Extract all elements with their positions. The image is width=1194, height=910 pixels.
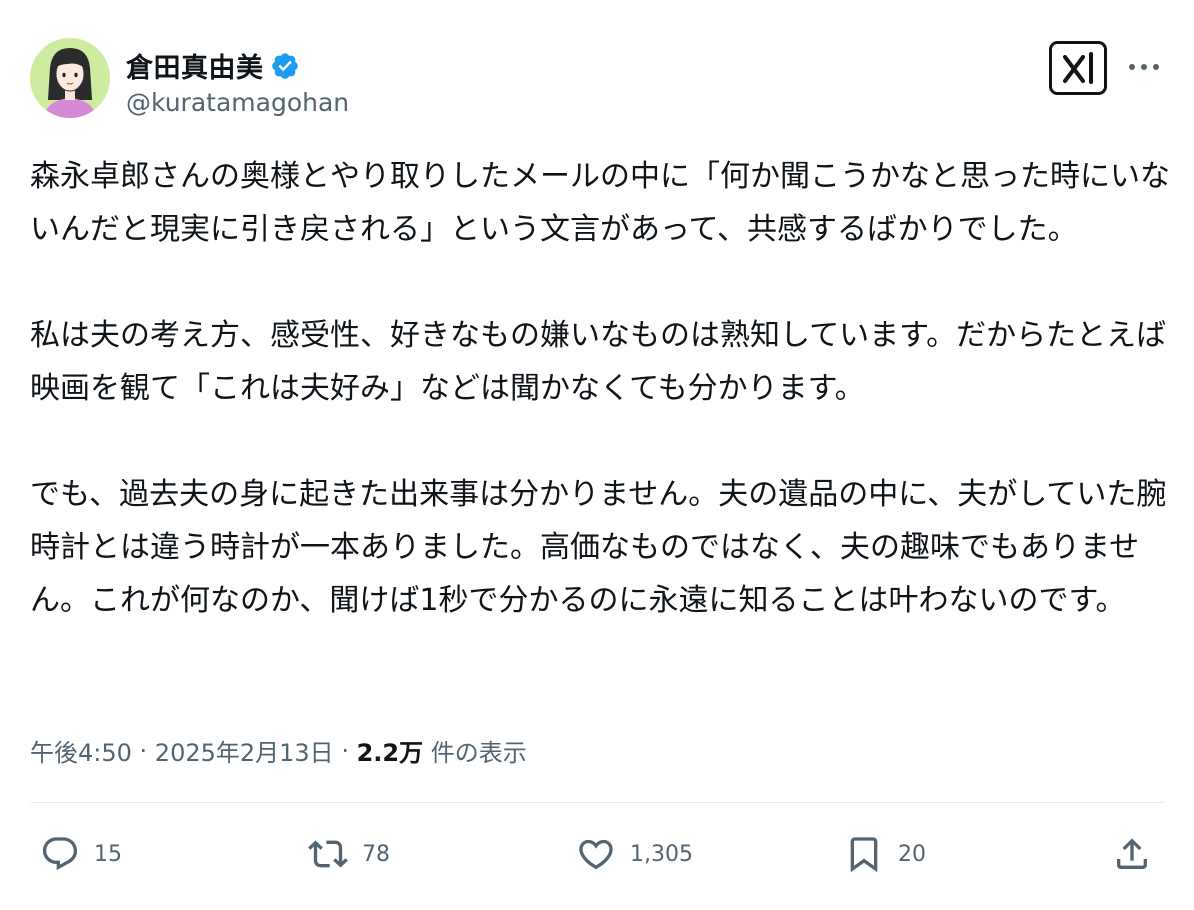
retweet-button[interactable]: 78 [308,826,390,882]
more-options-icon[interactable] [1124,52,1164,82]
action-bar: 15 78 1,305 20 [30,826,1164,882]
author-handle[interactable]: @kuratamagohan [126,88,349,117]
grok-icon[interactable] [1049,41,1107,95]
views-count[interactable]: 2.2万 [357,733,424,768]
tweet-text: 森永卓郎さんの奥様とやり取りしたメールの中に「何か聞こうかなと思った時にいないん… [30,159,1170,618]
author-display-name[interactable]: 倉田真由美 [126,46,264,85]
retweet-icon [308,840,348,868]
reply-icon [42,837,78,871]
reply-count: 15 [94,841,122,867]
tweet-date[interactable]: 2025年2月13日 [155,733,334,768]
bookmark-button[interactable]: 20 [844,826,926,882]
illustrated-woman-avatar-icon [30,38,110,118]
bookmark-icon [850,837,878,873]
meta-separator: · [333,736,357,765]
author-name-row: 倉田真由美 [126,46,300,85]
like-count: 1,305 [630,841,693,867]
tweet-time[interactable]: 午後4:50 [30,733,132,768]
bookmark-count: 20 [898,841,926,867]
heart-icon [579,839,613,870]
views-label: 件の表示 [423,739,527,767]
divider [30,802,1164,803]
meta-separator: · [131,736,155,765]
author-avatar[interactable] [30,38,110,118]
tweet-metadata: 午後4:50 · 2025年2月13日 · 2.2万 件の表示 [30,733,527,768]
share-icon [1117,838,1147,869]
retweet-count: 78 [362,841,390,867]
tweet-header: 倉田真由美 @kuratamagohan [30,38,1164,122]
like-button[interactable]: 1,305 [576,826,693,882]
reply-button[interactable]: 15 [40,826,122,882]
share-button[interactable] [1112,826,1152,882]
verified-badge-icon [271,52,298,79]
